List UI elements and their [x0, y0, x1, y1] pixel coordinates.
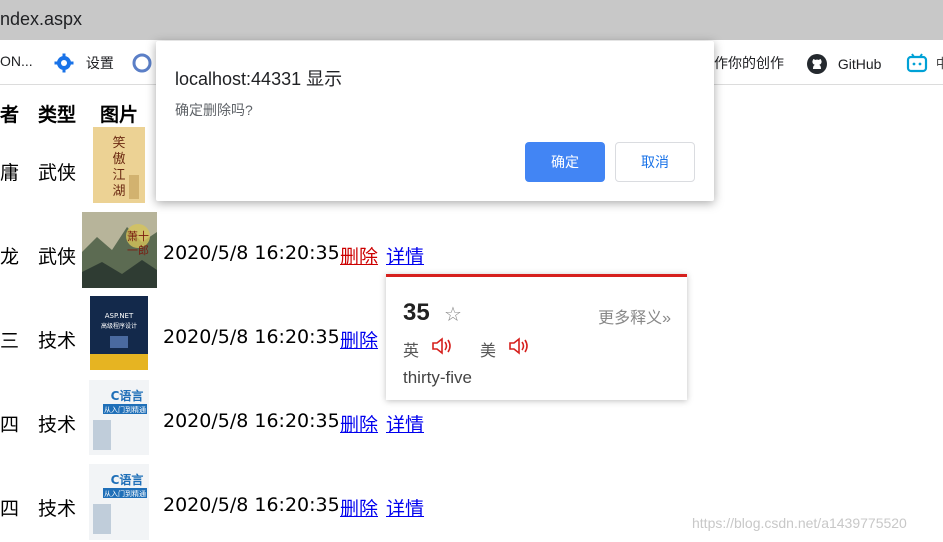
svg-text:ASP.NET: ASP.NET — [105, 312, 134, 320]
cell-author: 庸 — [0, 162, 20, 184]
bookmark-truncated[interactable]: ON... — [0, 53, 33, 69]
book-cover-image: 萧十 一郎 — [82, 212, 157, 288]
confirm-button[interactable]: 确定 — [525, 142, 605, 182]
svg-text:傲: 傲 — [112, 152, 125, 167]
url-text[interactable]: ndex.aspx — [0, 9, 82, 30]
cell-type: 武侠 — [38, 162, 77, 184]
book-cover-image: C语言从入门到精通 — [89, 380, 149, 455]
cell-type: 技术 — [38, 498, 77, 520]
header-type: 类型 — [38, 104, 77, 126]
delete-link[interactable]: 删除 — [340, 494, 378, 521]
confirm-dialog: localhost:44331 显示 确定删除吗? 确定 取消 — [156, 41, 714, 201]
cell-time: 2020/5/8 16:20:35 — [163, 326, 340, 348]
svg-text:C语言: C语言 — [111, 472, 144, 487]
bilibili-icon — [906, 53, 928, 76]
gear-icon — [54, 53, 74, 76]
bookmark-settings[interactable]: 设置 — [54, 53, 114, 76]
svg-text:笑: 笑 — [112, 135, 125, 151]
delete-link[interactable]: 删除 — [340, 410, 378, 437]
cancel-button[interactable]: 取消 — [615, 142, 695, 182]
header-author: 者 — [0, 104, 20, 126]
svg-text:从入门到精通: 从入门到精通 — [104, 489, 146, 498]
cell-type: 技术 — [38, 330, 77, 352]
cell-type: 武侠 — [38, 246, 77, 268]
cell-time: 2020/5/8 16:20:35 — [163, 242, 340, 264]
speaker-icon[interactable] — [508, 337, 530, 360]
cell-author: 四 — [0, 498, 20, 520]
star-icon[interactable]: ☆ — [444, 302, 462, 327]
book-cover-image: ASP.NET 高级程序设计 — [90, 296, 148, 370]
dialog-title: localhost:44331 显示 — [175, 69, 343, 89]
detail-link[interactable]: 详情 — [386, 410, 424, 437]
cell-author: 龙 — [0, 246, 20, 268]
svg-text:萧十: 萧十 — [127, 229, 149, 243]
svg-text:江: 江 — [112, 168, 125, 183]
svg-text:一郎: 一郎 — [127, 243, 149, 257]
github-icon — [806, 53, 828, 78]
cell-time: 2020/5/8 16:20:35 — [163, 410, 340, 432]
svg-text:湖: 湖 — [112, 184, 125, 199]
header-image: 图片 — [100, 104, 139, 126]
bookmark-settings-label: 设置 — [85, 55, 114, 72]
address-bar[interactable]: ndex.aspx — [0, 0, 943, 40]
uk-pronunciation-label: 英 — [403, 343, 420, 360]
cell-type: 技术 — [38, 414, 77, 436]
detail-link[interactable]: 详情 — [386, 494, 424, 521]
watermark: https://blog.csdn.net/a1439775520 — [692, 515, 907, 531]
bookmark-creation[interactable]: 作你的创作 — [714, 53, 784, 73]
delete-link[interactable]: 删除 — [340, 326, 378, 353]
svg-text:从入门到精通: 从入门到精通 — [104, 405, 146, 414]
cell-time: 2020/5/8 16:20:35 — [163, 494, 340, 516]
book-cover-image: 笑傲江湖 — [93, 127, 145, 203]
detail-link[interactable]: 详情 — [386, 242, 424, 269]
popup-word: 35 — [403, 299, 430, 326]
bookmark-github[interactable]: GitHub — [806, 53, 881, 78]
delete-link[interactable]: 删除 — [340, 242, 378, 269]
us-pronunciation-label: 美 — [480, 343, 497, 360]
svg-text:C语言: C语言 — [111, 388, 144, 403]
bookmark-partial-icon[interactable] — [132, 53, 154, 76]
popup-meaning: thirty-five — [403, 368, 472, 387]
dialog-message: 确定删除吗? — [175, 102, 253, 118]
cell-author: 三 — [0, 330, 20, 352]
partial-logo-icon — [132, 53, 154, 76]
svg-text:高级程序设计: 高级程序设计 — [101, 322, 137, 330]
cell-author: 四 — [0, 414, 20, 436]
book-cover-image: C语言从入门到精通 — [89, 464, 149, 540]
speaker-icon[interactable] — [431, 337, 453, 360]
bookmark-bilibili[interactable]: 中 — [906, 53, 943, 76]
translation-popup: 35 ☆ 更多释义» 英 美 thirty-five — [386, 274, 687, 400]
bookmark-github-label: GitHub — [837, 56, 882, 73]
more-definitions-link[interactable]: 更多释义» — [598, 304, 671, 328]
